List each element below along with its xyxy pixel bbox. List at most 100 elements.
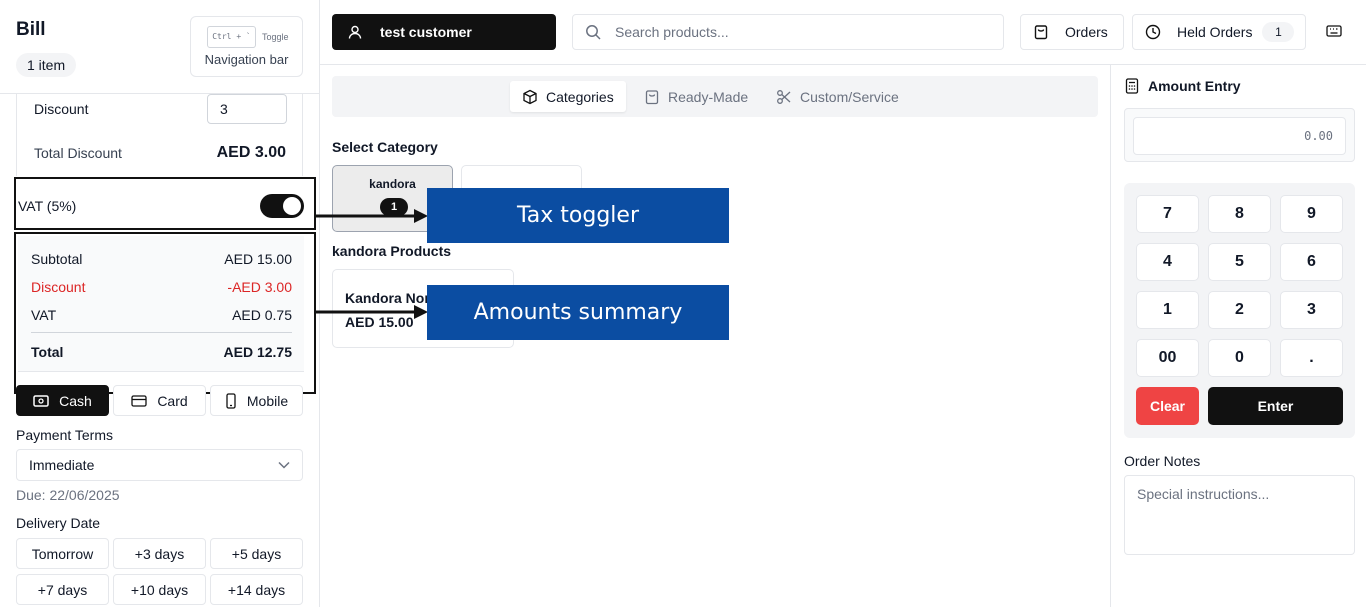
key-7[interactable]: 7 (1136, 195, 1199, 233)
search-icon (586, 25, 601, 40)
key-4[interactable]: 4 (1136, 243, 1199, 281)
bill-header: Bill 1 item Ctrl + ` Toggle Navigation b… (0, 0, 319, 94)
key-0[interactable]: 0 (1208, 339, 1271, 377)
card-button[interactable]: Card (113, 385, 206, 416)
delivery-tomorrow-button[interactable]: Tomorrow (16, 538, 109, 569)
total-discount-label: Total Discount (34, 145, 122, 161)
select-category-title: Select Category (332, 139, 438, 155)
subtotal-label: Subtotal (31, 251, 83, 267)
tab-ready-made-label: Ready-Made (668, 88, 749, 105)
vat-label: VAT (5%) (18, 198, 77, 214)
vat-toggle[interactable] (260, 194, 304, 218)
key-6[interactable]: 6 (1280, 243, 1343, 281)
bill-title: Bill (16, 19, 46, 40)
delivery-date-label: Delivery Date (16, 515, 101, 531)
customer-name: test customer (380, 24, 472, 40)
shortcut-key: Ctrl + ` (207, 26, 256, 48)
delivery-14-days-button[interactable]: +14 days (210, 574, 303, 605)
smartphone-icon (226, 392, 236, 409)
subtotal-row: Subtotal AED 15.00 (31, 251, 292, 267)
tab-custom-service-label: Custom/Service (800, 88, 899, 105)
navigation-toggle-button[interactable]: Ctrl + ` Toggle Navigation bar (190, 16, 303, 77)
amount-entry-label: Amount Entry (1148, 78, 1241, 94)
orders-button[interactable]: Orders (1020, 14, 1124, 50)
key-9[interactable]: 9 (1280, 195, 1343, 233)
order-notes-input[interactable] (1124, 475, 1355, 555)
total-label: Total (31, 344, 64, 360)
credit-card-icon (131, 394, 147, 407)
tab-categories[interactable]: Categories (510, 81, 626, 112)
held-orders-count: 1 (1262, 22, 1295, 42)
key-3[interactable]: 3 (1280, 291, 1343, 329)
summary-divider (31, 332, 292, 333)
chevron-down-icon (278, 461, 290, 469)
vat-toggle-knob (283, 197, 301, 215)
enter-button[interactable]: Enter (1208, 387, 1343, 425)
customer-button[interactable]: test customer (332, 14, 556, 50)
top-bar: test customer Orders Held Orders 1 (320, 0, 1366, 65)
cash-button[interactable]: Cash (16, 385, 109, 416)
orders-label: Orders (1065, 24, 1108, 40)
tax-arrow (314, 209, 428, 223)
search-bar (572, 14, 1004, 50)
mobile-label: Mobile (246, 392, 289, 409)
total-row: Total AED 12.75 (31, 344, 292, 360)
held-orders-button[interactable]: Held Orders 1 (1132, 14, 1306, 50)
user-icon (348, 25, 362, 39)
discount-section: Discount Total Discount AED 3.00 (16, 94, 303, 176)
due-date: Due: 22/06/2025 (16, 487, 120, 503)
summary-vat-label: VAT (31, 307, 57, 323)
order-notes-label: Order Notes (1124, 453, 1201, 469)
bill-panel: Bill 1 item Ctrl + ` Toggle Navigation b… (0, 0, 320, 607)
cash-label: Cash (59, 392, 92, 409)
amount-entry-title: Amount Entry (1125, 78, 1241, 94)
tab-categories-label: Categories (546, 88, 614, 105)
scissors-icon (777, 89, 791, 104)
summary-discount-label: Discount (31, 279, 86, 295)
product-tabs: Categories Ready-Made Custom/Service (332, 76, 1098, 117)
delivery-10-days-button[interactable]: +10 days (113, 574, 206, 605)
summary-card: Subtotal AED 15.00 Discount -AED 3.00 VA… (18, 236, 304, 372)
delivery-3-days-button[interactable]: +3 days (113, 538, 206, 569)
tax-toggler-callout: Tax toggler (427, 188, 729, 243)
payment-terms-select[interactable]: Immediate (16, 449, 303, 481)
cash-icon (33, 394, 49, 407)
subtotal-value: AED 15.00 (224, 251, 292, 267)
keypad: 7 8 9 4 5 6 1 2 3 00 0 . Clear Enter (1124, 183, 1355, 438)
discount-label: Discount (34, 101, 89, 117)
tab-ready-made[interactable]: Ready-Made (632, 81, 760, 112)
clear-button[interactable]: Clear (1136, 387, 1199, 425)
key-decimal[interactable]: . (1280, 339, 1343, 377)
key-8[interactable]: 8 (1208, 195, 1271, 233)
item-count-badge: 1 item (16, 53, 77, 77)
vat-summary-row: VAT AED 0.75 (31, 307, 292, 323)
key-2[interactable]: 2 (1208, 291, 1271, 329)
amount-display[interactable]: 0.00 (1133, 117, 1346, 155)
summary-arrow (314, 305, 428, 319)
key-5[interactable]: 5 (1208, 243, 1271, 281)
summary-discount-value: -AED 3.00 (227, 279, 292, 295)
key-00[interactable]: 00 (1136, 339, 1199, 377)
vat-row: VAT (5%) (14, 177, 316, 230)
delivery-7-days-button[interactable]: +7 days (16, 574, 109, 605)
total-value: AED 12.75 (223, 344, 292, 360)
search-input[interactable] (615, 24, 995, 40)
card-label: Card (157, 392, 188, 409)
shopping-bag-icon (1034, 25, 1048, 40)
total-discount-value: AED 3.00 (216, 144, 286, 161)
key-1[interactable]: 1 (1136, 291, 1199, 329)
amount-display-wrapper: 0.00 (1124, 108, 1355, 162)
payment-terms-label: Payment Terms (16, 427, 113, 443)
delivery-5-days-button[interactable]: +5 days (210, 538, 303, 569)
products-title: kandora Products (332, 243, 452, 259)
discount-input[interactable] (207, 94, 287, 124)
discount-row: Discount -AED 3.00 (31, 279, 292, 295)
tab-custom-service[interactable]: Custom/Service (764, 81, 911, 112)
mobile-button[interactable]: Mobile (210, 385, 303, 416)
keyboard-icon[interactable] (1326, 24, 1342, 38)
amount-entry-panel: Amount Entry 0.00 7 8 9 4 5 6 1 2 3 00 0… (1110, 65, 1366, 607)
clock-icon (1145, 24, 1161, 40)
navigation-bar-label: Navigation bar (204, 52, 289, 67)
box-icon (523, 89, 537, 104)
amounts-summary-callout: Amounts summary (427, 285, 729, 340)
